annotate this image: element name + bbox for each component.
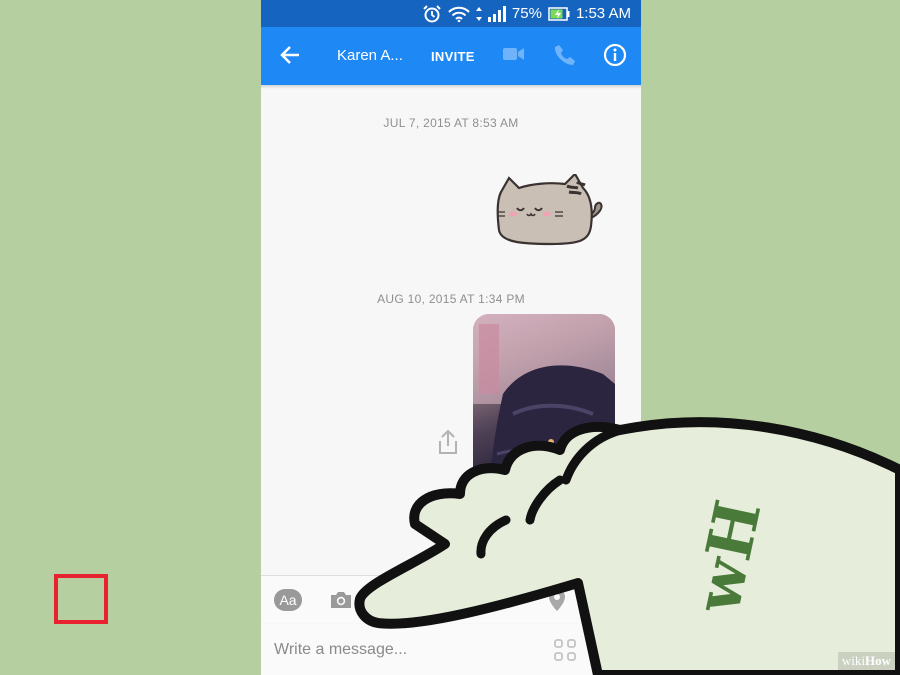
qr-icon[interactable] bbox=[553, 638, 577, 667]
message-timestamp: AUG 10, 2015 AT 1:34 PM bbox=[377, 292, 525, 306]
phone-screen: 75% 1:53 AM Karen A... INVITE JUL 7, 201… bbox=[261, 0, 641, 675]
wikihow-logo: wikiHow bbox=[837, 652, 895, 670]
battery-percent: 75% bbox=[511, 5, 542, 22]
share-icon[interactable] bbox=[436, 429, 460, 460]
logo-prefix: wiki bbox=[841, 653, 865, 668]
gallery-icon[interactable] bbox=[379, 586, 411, 614]
wifi-icon bbox=[448, 6, 470, 22]
wikihow-hand-mark: wH bbox=[680, 494, 776, 619]
thumbs-up-icon[interactable] bbox=[601, 636, 625, 665]
more-icon[interactable] bbox=[595, 586, 627, 614]
camera-highlight-box bbox=[54, 574, 108, 624]
logo-suffix: How bbox=[865, 653, 891, 668]
battery-icon bbox=[548, 6, 570, 21]
data-arrows-icon bbox=[475, 6, 482, 21]
compose-toolbar: Aa bbox=[261, 575, 641, 623]
back-arrow-icon[interactable] bbox=[279, 44, 301, 71]
camera-icon[interactable] bbox=[325, 586, 357, 614]
alarm-icon bbox=[422, 4, 442, 23]
conversation-header: Karen A... INVITE bbox=[261, 27, 641, 85]
message-composer[interactable]: Write a message... bbox=[261, 624, 641, 675]
video-call-icon[interactable] bbox=[503, 46, 525, 67]
contact-name[interactable]: Karen A... bbox=[337, 47, 403, 64]
clock: 1:53 AM bbox=[575, 5, 631, 22]
invite-button[interactable]: INVITE bbox=[431, 49, 475, 64]
status-bar: 75% 1:53 AM bbox=[261, 0, 641, 27]
header-shadow bbox=[261, 85, 641, 89]
message-timestamp: JUL 7, 2015 AT 8:53 AM bbox=[383, 116, 519, 130]
text-toggle-button[interactable]: Aa bbox=[274, 589, 302, 611]
photo-message[interactable] bbox=[473, 314, 615, 566]
cat-sticker[interactable] bbox=[495, 172, 611, 255]
emoji-icon[interactable] bbox=[433, 586, 465, 614]
info-icon[interactable] bbox=[603, 43, 627, 72]
message-input[interactable]: Write a message... bbox=[274, 641, 407, 659]
signal-icon bbox=[487, 5, 506, 22]
microphone-icon[interactable] bbox=[487, 586, 519, 614]
location-icon[interactable] bbox=[541, 586, 573, 614]
phone-call-icon[interactable] bbox=[554, 44, 576, 71]
